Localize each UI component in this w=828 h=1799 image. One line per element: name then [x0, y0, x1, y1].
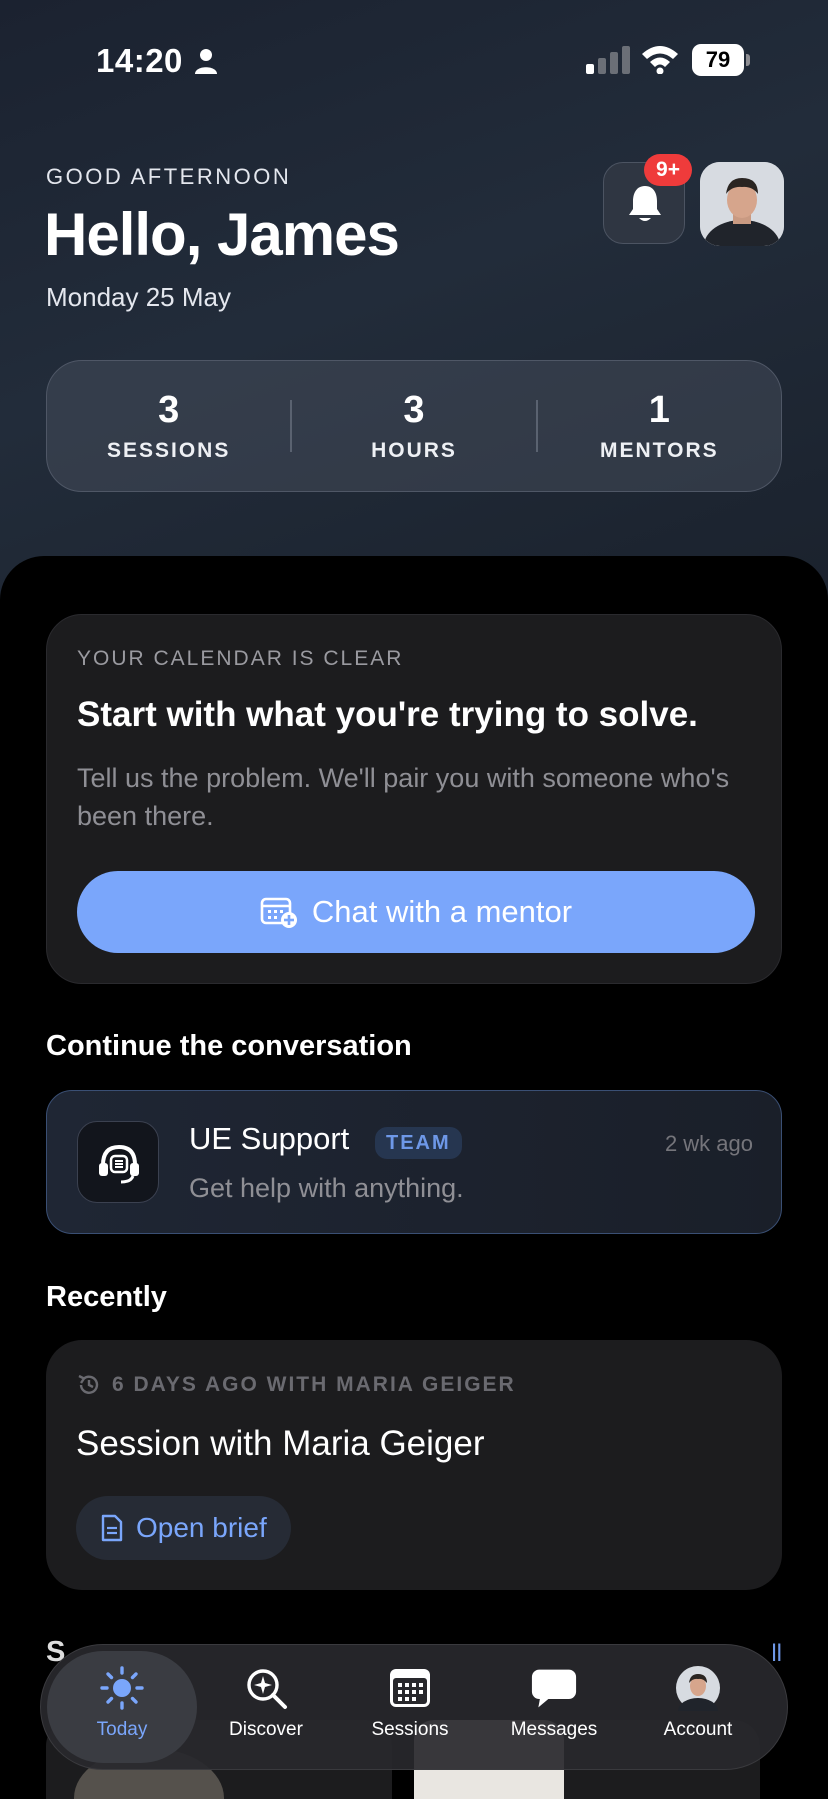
status-time: 14:20 [96, 42, 183, 79]
recent-eyebrow-text: 6 DAYS AGO WITH MARIA GEIGER [112, 1373, 516, 1396]
calendar-grid-icon [387, 1665, 433, 1711]
headset-support-icon [99, 1144, 139, 1184]
chat-with-mentor-button[interactable]: Chat with a mentor [77, 871, 755, 953]
stats-summary: 3 SESSIONS 3 HOURS 1 MENTORS [46, 360, 782, 492]
tab-account[interactable]: Account [623, 1651, 773, 1763]
tab-label: Sessions [371, 1719, 449, 1740]
recent-eyebrow: 6 DAYS AGO WITH MARIA GEIGER [76, 1372, 516, 1398]
recent-session-title: Session with Maria Geiger [76, 1424, 485, 1463]
stat-sessions: 3 SESSIONS [47, 389, 290, 463]
account-avatar-icon [675, 1665, 721, 1711]
status-bar: 14:20 79 [0, 0, 828, 120]
calendar-eyebrow: YOUR CALENDAR IS CLEAR [77, 647, 404, 670]
battery-level: 79 [692, 44, 744, 76]
tab-bar: Today Discover Sessions Messages Account [40, 1644, 788, 1770]
tab-label: Account [663, 1719, 733, 1740]
calendar-description: Tell us the problem. We'll pair you with… [77, 763, 730, 831]
tab-sessions[interactable]: Sessions [335, 1651, 485, 1763]
tab-discover[interactable]: Discover [191, 1651, 341, 1763]
history-icon [78, 1374, 99, 1394]
recent-session-card[interactable]: 6 DAYS AGO WITH MARIA GEIGER Session wit… [46, 1340, 782, 1590]
tab-label: Messages [510, 1719, 598, 1740]
stat-value: 3 [158, 389, 180, 431]
avatar-photo [700, 162, 784, 246]
stat-value: 3 [403, 389, 425, 431]
sun-icon [99, 1665, 145, 1711]
bell-icon [629, 186, 661, 221]
stat-label: MENTORS [600, 439, 719, 462]
tab-messages[interactable]: Messages [479, 1651, 629, 1763]
calendar-clear-card: YOUR CALENDAR IS CLEAR Start with what y… [46, 614, 782, 984]
profile-avatar[interactable] [700, 162, 784, 246]
battery-indicator: 79 [692, 44, 750, 76]
team-tag: TEAM [375, 1127, 462, 1159]
stat-label: HOURS [371, 439, 457, 462]
conversation-name: UE Support [189, 1121, 350, 1156]
cellular-signal-icon [586, 46, 630, 74]
person-icon [195, 49, 217, 74]
conversation-card-ue-support[interactable]: UE Support TEAM 2 wk ago Get help with a… [46, 1090, 782, 1234]
stat-label: SESSIONS [106, 439, 231, 462]
wifi-icon [642, 46, 678, 74]
chat-bubble-icon [531, 1665, 577, 1711]
greeting-date: Monday 25 May [46, 282, 231, 312]
stat-value: 1 [648, 389, 670, 431]
tab-today[interactable]: Today [47, 1651, 197, 1763]
calendar-title: Start with what you're trying to solve. [77, 695, 698, 734]
tab-label: Discover [229, 1719, 303, 1740]
notification-badge: 9+ [644, 154, 692, 186]
page-title: Hello, James [44, 201, 400, 268]
ue-support-avatar [77, 1121, 159, 1203]
open-brief-button[interactable]: Open brief [76, 1496, 291, 1560]
greeting-eyebrow: GOOD AFTERNOON [46, 164, 292, 189]
chat-with-mentor-label: Chat with a mentor [311, 894, 573, 929]
document-icon [101, 1514, 123, 1542]
conversation-subtitle: Get help with anything. [189, 1173, 464, 1203]
recently-heading: Recently [46, 1281, 167, 1313]
discover-search-icon [243, 1665, 289, 1711]
open-brief-label: Open brief [136, 1512, 267, 1543]
calendar-add-icon [260, 897, 297, 928]
conversation-time: 2 wk ago [664, 1131, 753, 1156]
tab-label: Today [96, 1719, 148, 1740]
continue-heading: Continue the conversation [46, 1030, 412, 1062]
battery-cap [746, 54, 750, 66]
stat-hours: 3 HOURS [292, 389, 535, 463]
stat-mentors: 1 MENTORS [538, 389, 781, 463]
